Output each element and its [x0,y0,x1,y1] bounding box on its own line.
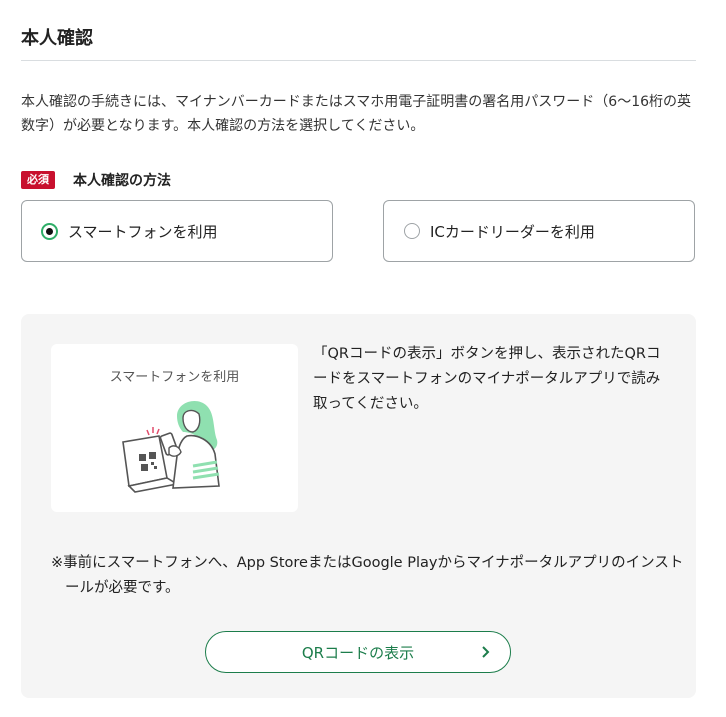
show-qr-code-button[interactable]: QRコードの表示 [205,631,511,673]
radio-checked-icon[interactable] [41,222,58,240]
required-badge: 必須 [21,171,55,189]
option-smartphone-label: スマートフォンを利用 [68,222,218,241]
option-smartphone[interactable]: スマートフォンを利用 [21,200,333,262]
app-install-note: ※事前にスマートフォンへ、App StoreまたはGoogle Playからマイ… [51,555,684,596]
method-label-text: 本人確認の方法 [73,173,171,189]
title-divider [21,60,696,61]
show-qr-code-button-label: QRコードの表示 [301,643,415,662]
page-title: 本人確認 [21,28,93,49]
illustration-caption: スマートフォンを利用 [109,370,240,385]
chevron-right-icon [482,646,490,658]
illustration-card: スマートフォンを利用 [51,344,298,512]
smartphone-info-panel: スマートフォンを利用 「QRコードの表示」ボタンを押し、表示されたQRコードをス… [21,314,696,698]
option-ic-card-reader-label: ICカードリーダーを利用 [430,222,595,241]
smartphone-qr-illustration [122,401,220,493]
method-field-label: 必須 本人確認の方法 [21,170,171,190]
intro-text: 本人確認の手続きには、マイナンバーカードまたはスマホ用電子証明書の署名用パスワー… [21,94,692,134]
option-ic-card-reader[interactable]: ICカードリーダーを利用 [383,200,695,262]
radio-unchecked-icon[interactable] [404,223,420,239]
qr-instruction-text: 「QRコードの表示」ボタンを押し、表示されたQRコードをスマートフォンのマイナポ… [313,346,661,412]
